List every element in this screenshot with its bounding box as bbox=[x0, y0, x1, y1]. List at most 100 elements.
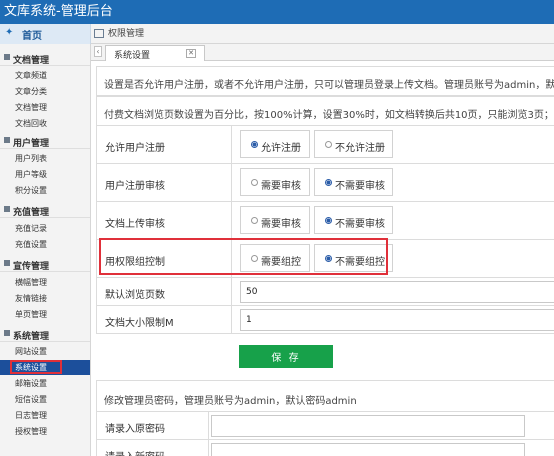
radio-no-review[interactable]: 不需要审核 bbox=[314, 168, 393, 196]
app-title: 文库系统-管理后台 bbox=[4, 4, 113, 19]
sidebar-item-log-manage[interactable]: 日志管理 bbox=[0, 408, 90, 423]
info-text: 付费文档浏览页数设置为百分比，按100%计算，设置30%时，如文档转换后共10页… bbox=[104, 110, 554, 121]
sidebar-item-label: 单页管理 bbox=[15, 310, 47, 319]
radio-icon bbox=[325, 217, 332, 224]
sidebar-group-recharge[interactable]: 充值管理 bbox=[0, 202, 90, 218]
password-row-old: 请录入原密码 bbox=[96, 412, 554, 440]
sidebar-item-license-manage[interactable]: 授权管理 bbox=[0, 424, 90, 439]
info-row-paid-pages: 付费文档浏览页数设置为百分比，按100%计算，设置30%时，如文档转换后共10页… bbox=[96, 96, 554, 126]
radio-icon bbox=[325, 141, 332, 148]
sidebar-item-email-settings[interactable]: 邮箱设置 bbox=[0, 376, 90, 391]
sidebar: 文档管理 文章频道 文章分类 文档管理 文档回收 用户管理 用户列表 用户等级 … bbox=[0, 44, 91, 456]
setting-row-size-limit: 文档大小限制M bbox=[96, 306, 554, 334]
old-password-field[interactable] bbox=[211, 415, 525, 437]
radio-need-review[interactable]: 需要审核 bbox=[240, 168, 310, 196]
sidebar-group-documents[interactable]: 文档管理 bbox=[0, 50, 90, 66]
sidebar-highlight-annotation bbox=[10, 360, 62, 374]
setting-row-upload-review: 文档上传审核 需要审核 不需要审核 bbox=[96, 202, 554, 240]
setting-label: 请录入新密码 bbox=[105, 448, 165, 456]
sidebar-group-users[interactable]: 用户管理 bbox=[0, 133, 90, 149]
sidebar-item-recharge-records[interactable]: 充值记录 bbox=[0, 221, 90, 236]
sidebar-group-label: 文档管理 bbox=[13, 56, 50, 66]
sidebar-item-label: 日志管理 bbox=[15, 411, 47, 420]
radio-allow-register[interactable]: 允许注册 bbox=[240, 130, 310, 158]
password-section-title: 修改管理员密码，管理员账号为admin，默认密码admin bbox=[96, 380, 554, 412]
sidebar-item-points-settings[interactable]: 积分设置 bbox=[0, 183, 90, 198]
radio-label: 允许注册 bbox=[261, 143, 301, 154]
old-password-input[interactable] bbox=[212, 416, 524, 436]
setting-label: 用户注册审核 bbox=[105, 181, 165, 192]
sidebar-group-label: 用户管理 bbox=[13, 139, 50, 149]
sidebar-item-label: 授权管理 bbox=[15, 427, 47, 436]
setting-row-browse-pages: 默认浏览页数 bbox=[96, 278, 554, 306]
setting-label: 允许用户注册 bbox=[105, 143, 165, 154]
app-header: 文库系统-管理后台 bbox=[0, 0, 554, 24]
new-password-field[interactable] bbox=[211, 443, 525, 456]
sidebar-item-label: 文档回收 bbox=[15, 119, 47, 128]
radio-upload-need-review[interactable]: 需要审核 bbox=[240, 206, 310, 234]
group-icon bbox=[4, 206, 10, 212]
browse-pages-field[interactable] bbox=[240, 281, 554, 303]
size-limit-input[interactable] bbox=[241, 310, 554, 330]
sidebar-group-promotion[interactable]: 宣传管理 bbox=[0, 256, 90, 272]
setting-label: 文档上传审核 bbox=[105, 219, 165, 230]
sidebar-item-document-recycle[interactable]: 文档回收 bbox=[0, 116, 90, 131]
browse-pages-input[interactable] bbox=[241, 282, 554, 302]
setting-label: 请录入原密码 bbox=[105, 424, 165, 435]
sidebar-item-recharge-settings[interactable]: 充值设置 bbox=[0, 237, 90, 252]
sidebar-item-banner-manage[interactable]: 横幅管理 bbox=[0, 275, 90, 290]
sidebar-item-sms-settings[interactable]: 短信设置 bbox=[0, 392, 90, 407]
group-icon bbox=[4, 137, 10, 143]
sidebar-item-user-level[interactable]: 用户等级 bbox=[0, 167, 90, 182]
sidebar-item-document-manage[interactable]: 文档管理 bbox=[0, 100, 90, 115]
sidebar-item-label: 文章频道 bbox=[15, 71, 47, 80]
sidebar-group-label: 系统管理 bbox=[13, 332, 50, 342]
group-icon bbox=[4, 330, 10, 336]
sidebar-item-label: 网站设置 bbox=[15, 347, 47, 356]
tab-label: 系统设置 bbox=[114, 51, 151, 61]
info-text: 设置是否允许用户注册，或者不允许用户注册，只可以管理员登录上传文档。管理员账号为… bbox=[104, 80, 554, 91]
sidebar-item-label: 友情链接 bbox=[15, 294, 47, 303]
sidebar-item-article-category[interactable]: 文章分类 bbox=[0, 84, 90, 99]
sidebar-item-friend-links[interactable]: 友情链接 bbox=[0, 291, 90, 306]
radio-icon bbox=[251, 141, 258, 148]
save-button[interactable]: 保 存 bbox=[239, 345, 333, 368]
sidebar-item-article-channel[interactable]: 文章频道 bbox=[0, 68, 90, 83]
setting-label: 默认浏览页数 bbox=[105, 290, 165, 301]
radio-upload-no-review[interactable]: 不需要审核 bbox=[314, 206, 393, 234]
tab-bar: ‹ 系统设置 ✕ bbox=[91, 44, 554, 61]
new-password-input[interactable] bbox=[212, 444, 524, 456]
home-label: 首页 bbox=[22, 31, 42, 42]
sidebar-item-label: 邮箱设置 bbox=[15, 379, 47, 388]
sidebar-group-system[interactable]: 系统管理 bbox=[0, 326, 90, 342]
sidebar-item-label: 充值记录 bbox=[15, 224, 47, 233]
sidebar-item-single-page[interactable]: 单页管理 bbox=[0, 307, 90, 322]
sidebar-item-label: 用户等级 bbox=[15, 170, 47, 179]
tab-system-settings[interactable]: 系统设置 ✕ bbox=[105, 45, 205, 61]
radio-label: 不允许注册 bbox=[335, 143, 385, 154]
sidebar-item-label: 用户列表 bbox=[15, 154, 47, 163]
sidebar-item-site-settings[interactable]: 网站设置 bbox=[0, 344, 90, 359]
setting-row-register-review: 用户注册审核 需要审核 不需要审核 bbox=[96, 164, 554, 202]
home-nav[interactable]: ✦ 首页 bbox=[0, 24, 91, 44]
sidebar-group-label: 充值管理 bbox=[13, 208, 50, 218]
close-icon[interactable]: ✕ bbox=[186, 49, 196, 58]
radio-label: 需要审核 bbox=[261, 181, 301, 192]
password-row-new: 请录入新密码 bbox=[96, 440, 554, 456]
group-icon bbox=[4, 260, 10, 266]
setting-row-allow-register: 允许用户注册 允许注册 不允许注册 bbox=[96, 126, 554, 164]
setting-label: 文档大小限制M bbox=[105, 318, 174, 329]
radio-icon bbox=[251, 179, 258, 186]
info-row-registration: 设置是否允许用户注册，或者不允许用户注册，只可以管理员登录上传文档。管理员账号为… bbox=[96, 66, 554, 96]
radio-icon bbox=[251, 217, 258, 224]
radio-disallow-register[interactable]: 不允许注册 bbox=[314, 130, 393, 158]
nav-bar: ✦ 首页 权限管理 bbox=[0, 24, 554, 44]
size-limit-field[interactable] bbox=[240, 309, 554, 331]
tab-prev-icon[interactable]: ‹ bbox=[94, 46, 102, 57]
sidebar-item-user-list[interactable]: 用户列表 bbox=[0, 151, 90, 166]
permission-label: 权限管理 bbox=[108, 29, 145, 39]
permission-nav[interactable]: 权限管理 bbox=[94, 27, 144, 41]
sidebar-item-label: 短信设置 bbox=[15, 395, 47, 404]
radio-label: 不需要审核 bbox=[335, 219, 385, 230]
group-control-highlight-annotation bbox=[99, 238, 388, 275]
